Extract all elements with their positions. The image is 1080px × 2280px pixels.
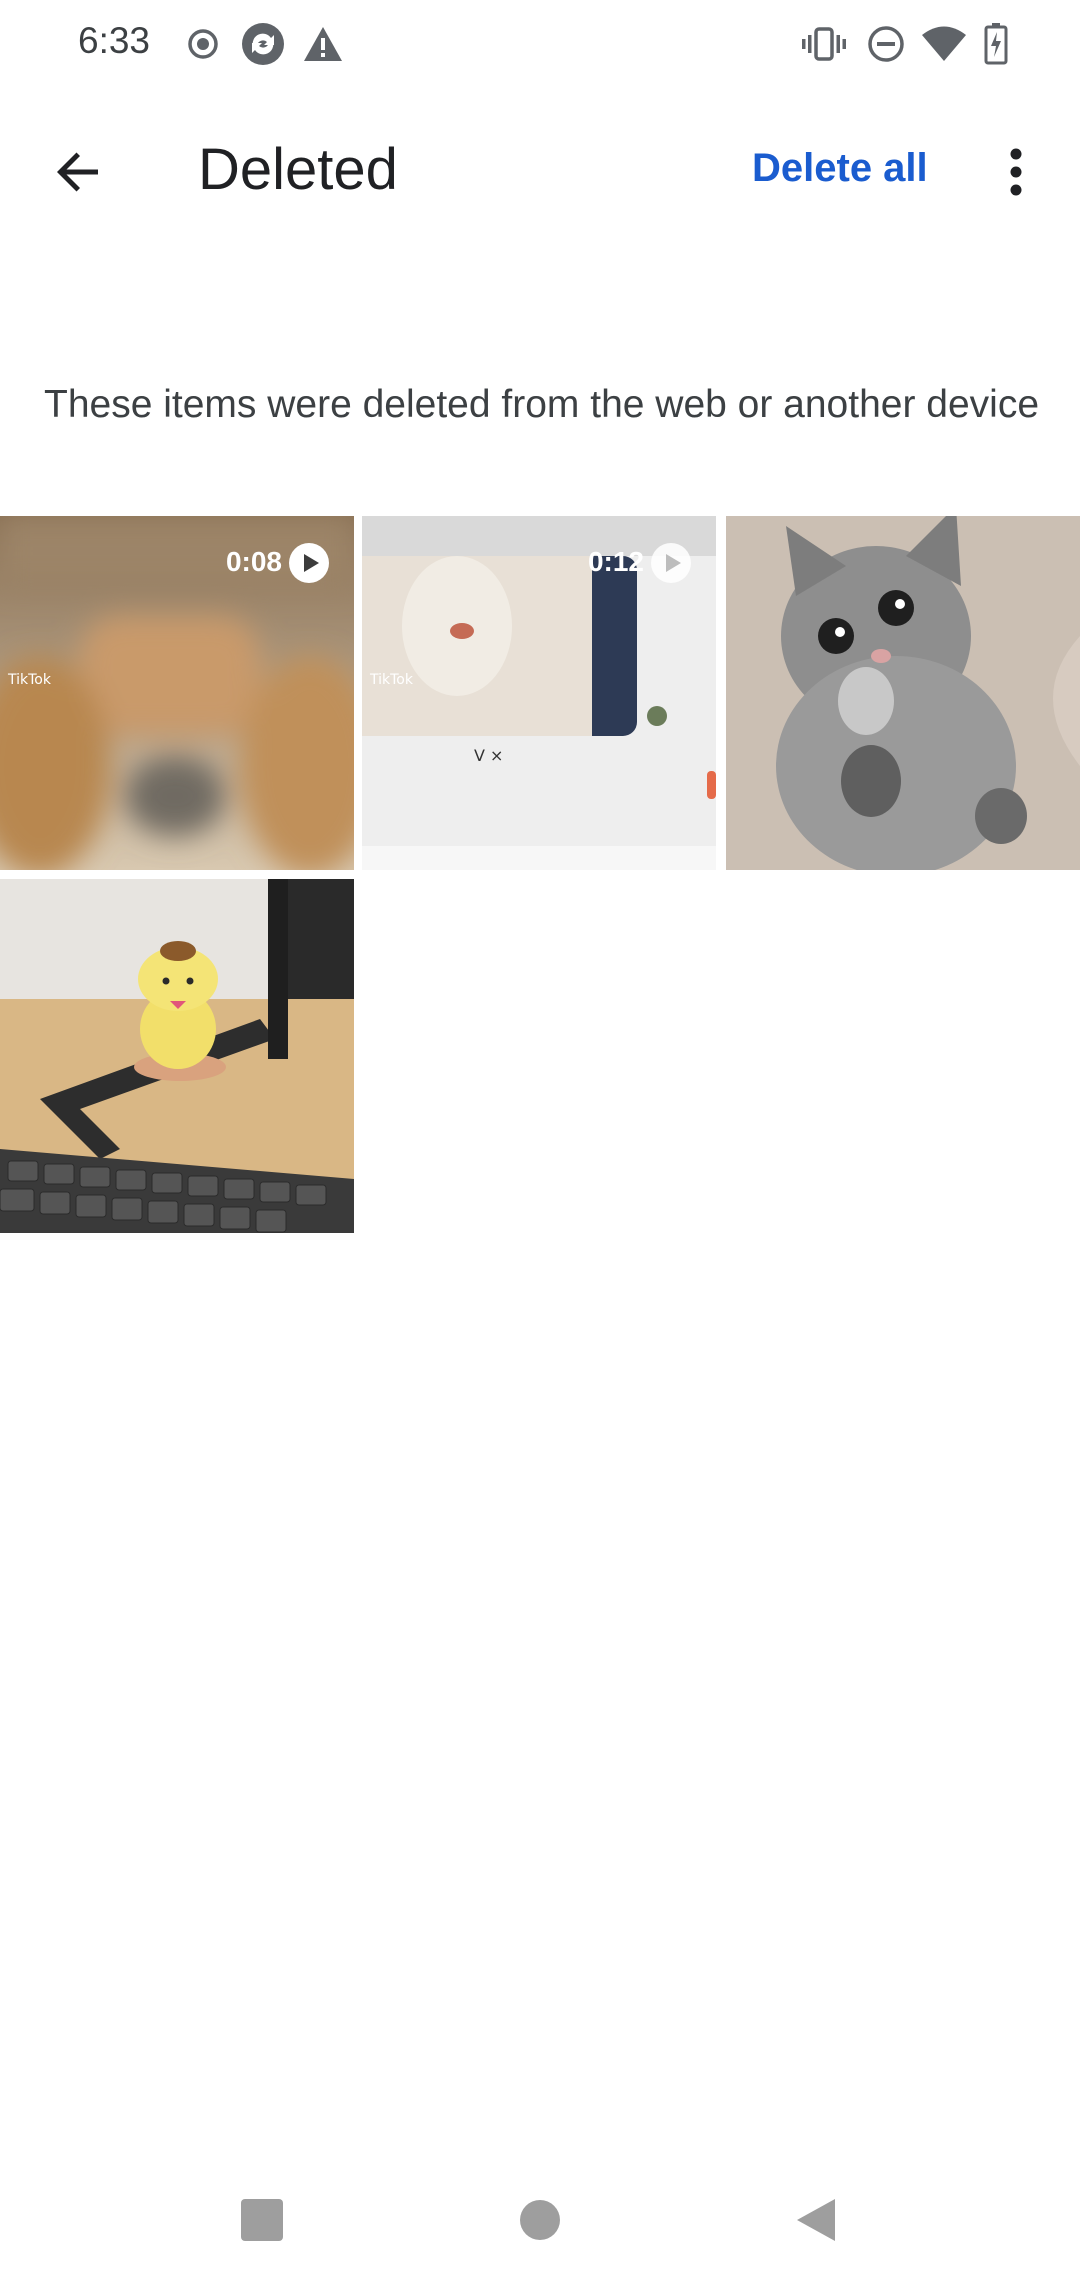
photo-thumbnail-image	[0, 879, 354, 1233]
photo-thumbnail[interactable]	[726, 516, 1080, 870]
svg-text:TikTok: TikTok	[369, 672, 414, 688]
status-time: 6:33	[78, 20, 151, 61]
arrow-back-icon	[57, 152, 98, 192]
play-icon	[651, 543, 691, 583]
back-triangle-icon	[797, 2199, 835, 2241]
vibrate-icon	[802, 22, 846, 66]
home-button[interactable]	[510, 2190, 570, 2250]
system-back-button[interactable]	[786, 2190, 846, 2250]
home-circle-icon	[520, 2200, 560, 2240]
page-title: Deleted	[198, 137, 398, 202]
do-not-disturb-icon	[866, 22, 906, 66]
play-icon	[289, 543, 329, 583]
video-duration: 0:08	[225, 546, 282, 577]
photo-thumbnail-image	[726, 516, 1080, 870]
recents-square-icon	[241, 2199, 283, 2241]
recents-button[interactable]	[232, 2190, 292, 2250]
delete-all-button[interactable]: Delete all	[752, 146, 928, 191]
app-bar: Deleted Delete all	[0, 100, 1080, 240]
record-icon	[186, 22, 220, 66]
video-duration: 0:12	[587, 546, 644, 577]
navigation-bar	[0, 2160, 1080, 2280]
status-bar: 6:33	[0, 0, 1080, 88]
video-thumbnail[interactable]: TikTok 0:08	[0, 516, 354, 870]
svg-text:TikTok: TikTok	[7, 672, 52, 688]
warning-icon	[302, 22, 344, 66]
wifi-icon	[920, 22, 968, 66]
back-button[interactable]	[30, 124, 126, 220]
sync-icon	[240, 22, 286, 66]
svg-text:V ×: V ×	[474, 746, 503, 765]
more-vert-icon	[1010, 148, 1022, 196]
battery-charging-icon	[982, 22, 1010, 66]
more-options-button[interactable]	[980, 130, 1052, 214]
deleted-info-message: These items were deleted from the web or…	[44, 383, 1040, 426]
video-thumbnail[interactable]: V × TikTok 0:12	[362, 516, 716, 870]
photo-thumbnail[interactable]	[0, 879, 354, 1233]
